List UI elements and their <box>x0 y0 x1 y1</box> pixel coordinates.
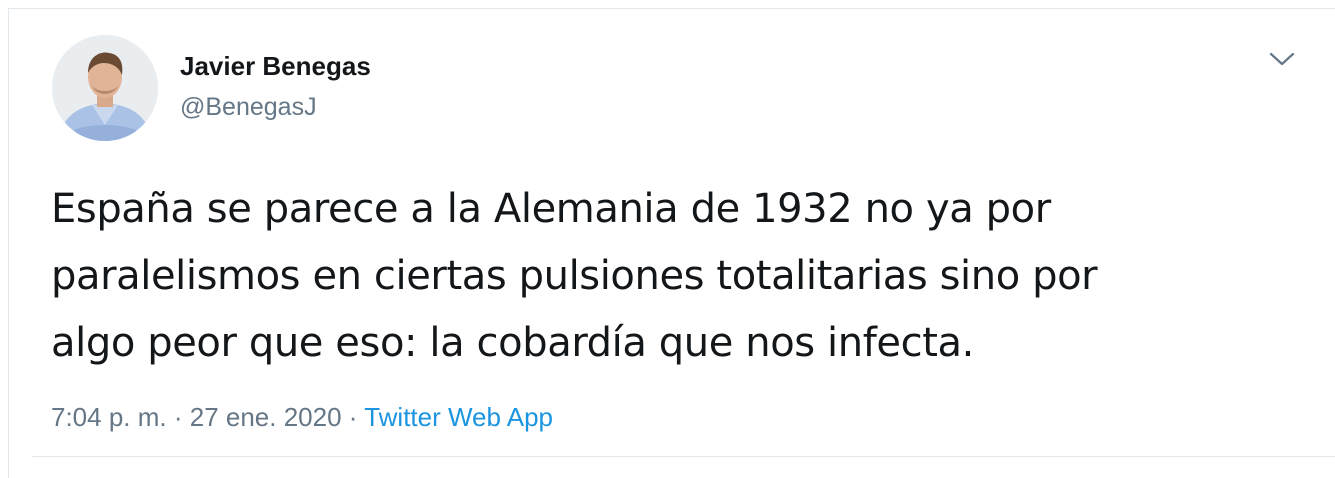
author-handle[interactable]: @BenegasJ <box>180 93 317 122</box>
tweet-text-line: algo peor que eso: la cobardía que nos i… <box>51 320 974 366</box>
tweet-text-line: paralelismos en ciertas pulsiones totali… <box>51 253 1098 299</box>
tweet-card: Javier Benegas @BenegasJ España se parec… <box>8 8 1335 478</box>
tweet-text-line: España se parece a la Alemania de 1932 n… <box>51 186 1051 232</box>
tweet-meta: 7:04 p. m. · 27 ene. 2020 · Twitter Web … <box>51 402 553 433</box>
tweet-text: España se parece a la Alemania de 1932 n… <box>51 176 1311 377</box>
tweet-time[interactable]: 7:04 p. m. <box>51 402 167 432</box>
avatar-photo-icon <box>52 35 158 141</box>
chevron-down-icon[interactable] <box>1267 47 1297 71</box>
divider <box>32 456 1335 457</box>
tweet-date[interactable]: 27 ene. 2020 <box>190 402 342 432</box>
meta-separator: · <box>341 402 365 432</box>
avatar[interactable] <box>52 35 158 141</box>
meta-separator: · <box>166 402 190 432</box>
tweet-source-link[interactable]: Twitter Web App <box>364 402 553 432</box>
author-name[interactable]: Javier Benegas <box>180 51 371 82</box>
